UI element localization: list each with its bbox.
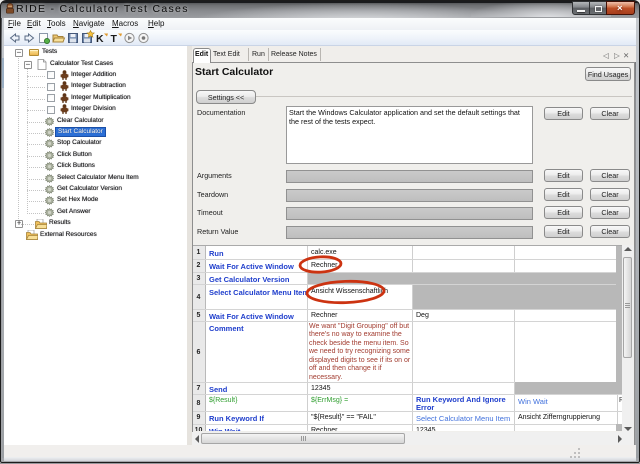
svg-text:K: K xyxy=(96,33,104,45)
svg-text:T: T xyxy=(111,33,118,45)
